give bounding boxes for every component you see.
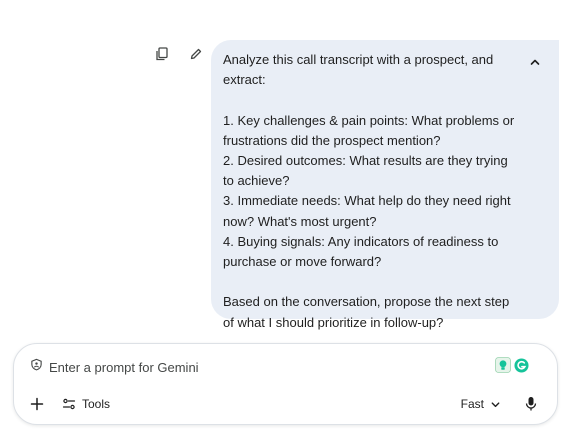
prompt-input[interactable] [49, 359, 469, 375]
user-message-text: Analyze this call transcript with a pros… [223, 52, 515, 330]
add-button[interactable] [26, 393, 48, 415]
microphone-icon [525, 397, 537, 411]
prompt-input-row [30, 358, 469, 376]
message-actions [152, 44, 206, 64]
tools-label: Tools [82, 397, 111, 411]
copy-icon[interactable] [152, 44, 172, 64]
grammarly-icon[interactable] [514, 357, 529, 378]
chevron-down-icon [491, 401, 500, 407]
model-selector[interactable]: Fast [461, 397, 501, 411]
tools-icon [62, 398, 76, 410]
plus-icon [30, 397, 44, 411]
composer-toolbar: Tools Fast [26, 393, 545, 415]
chat-page: Analyze this call transcript with a pros… [0, 0, 567, 433]
model-label: Fast [460, 397, 484, 411]
edit-icon[interactable] [186, 44, 206, 64]
shield-icon [30, 358, 43, 376]
microphone-button[interactable] [521, 394, 541, 414]
user-message-bubble: Analyze this call transcript with a pros… [211, 40, 559, 330]
extension-icons [495, 357, 529, 378]
lightbulb-icon[interactable] [495, 357, 511, 378]
tools-button[interactable]: Tools [62, 397, 110, 411]
chevron-up-icon[interactable] [527, 54, 543, 70]
prompt-composer: Tools Fast [13, 343, 558, 425]
